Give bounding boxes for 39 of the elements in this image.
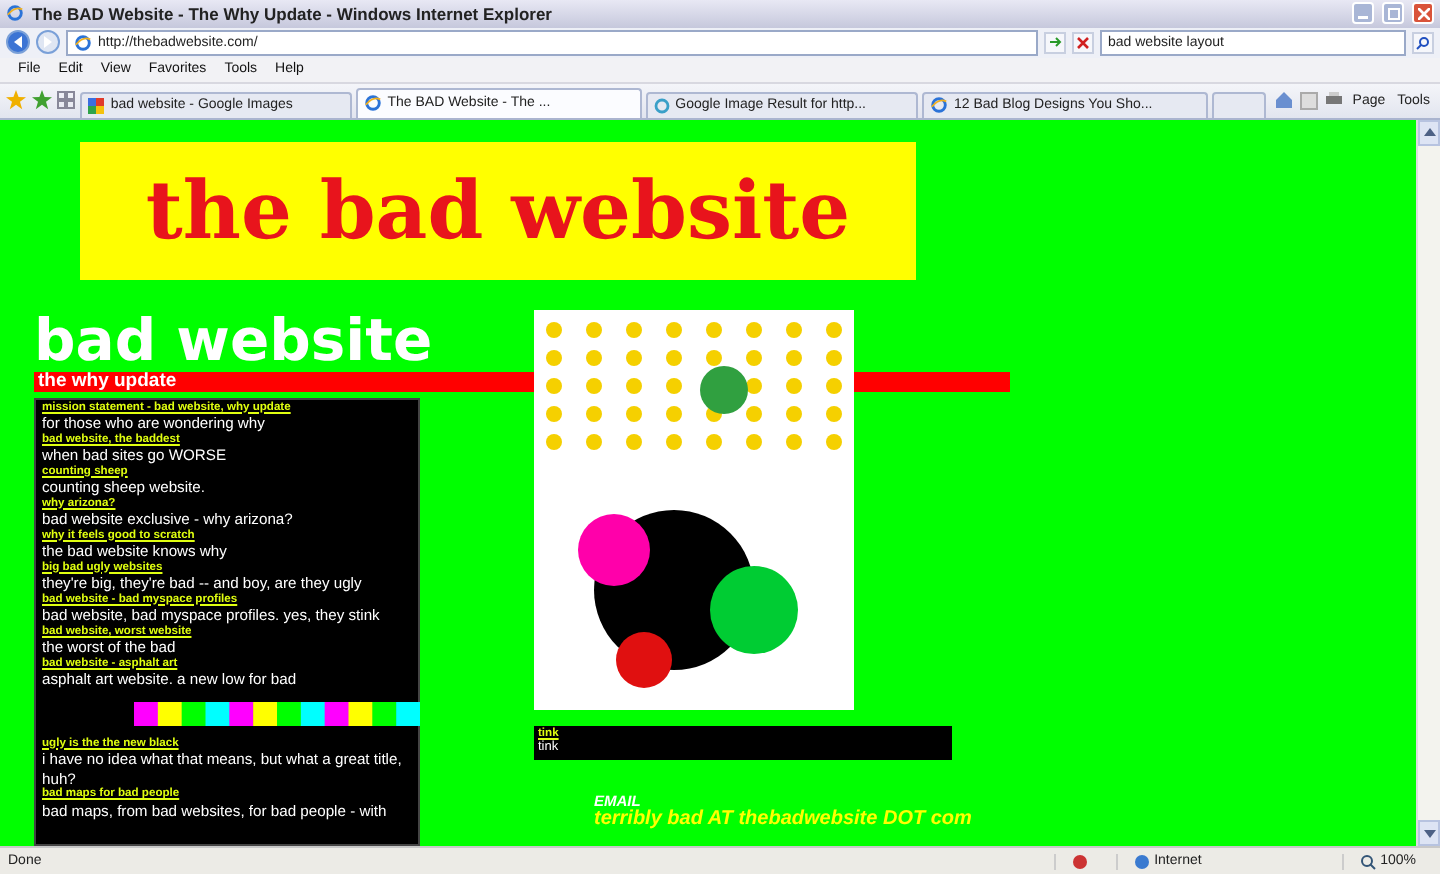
feeds-icon[interactable]: [1298, 89, 1320, 112]
site-heading: bad website: [34, 303, 433, 374]
add-favorite-icon[interactable]: [30, 89, 52, 112]
globe-icon: [1134, 853, 1151, 870]
multicolor-g-icon: [88, 97, 105, 114]
ie-icon: [929, 96, 948, 115]
window-title: The BAD Website - The Why Update - Windows Internet Explorer: [32, 3, 554, 24]
stop-button[interactable]: [1072, 31, 1094, 54]
ie-icon: [363, 94, 382, 113]
scrollbar[interactable]: [1416, 119, 1440, 847]
star-icon[interactable]: [6, 89, 27, 112]
privacy-icon: [1072, 853, 1089, 870]
close-icon: [1417, 7, 1429, 20]
close-button[interactable]: [1412, 2, 1434, 25]
stop-icon: [1076, 35, 1090, 50]
page-icon: [74, 33, 92, 52]
home-icon[interactable]: [1273, 89, 1295, 112]
back-button[interactable]: [6, 30, 30, 55]
restore-icon: [1387, 7, 1399, 20]
loading-icon: [653, 97, 670, 114]
banner-logo: the bad website: [80, 141, 916, 280]
scroll-up-button[interactable]: [1418, 119, 1440, 146]
browser-icon: [6, 4, 24, 23]
new-tab[interactable]: [1211, 91, 1266, 118]
quick-tabs-icon[interactable]: [55, 89, 77, 112]
scroll-down-button[interactable]: [1418, 820, 1440, 847]
back-arrow-icon: [12, 36, 24, 49]
arrow-icon: [1048, 35, 1062, 50]
restore-button[interactable]: [1382, 2, 1404, 25]
search-button[interactable]: [1412, 31, 1434, 54]
search-icon: [1416, 35, 1430, 50]
forward-arrow-icon: [42, 36, 54, 49]
forward-button[interactable]: [36, 30, 60, 55]
email-address: terribly bad AT thebadwebsite DOT com: [594, 809, 972, 830]
refresh-button[interactable]: [1044, 31, 1066, 54]
up-arrow-icon: [1423, 128, 1435, 137]
down-arrow-icon: [1423, 829, 1435, 838]
zoom-icon: [1360, 853, 1377, 870]
minimize-button[interactable]: [1352, 2, 1374, 25]
